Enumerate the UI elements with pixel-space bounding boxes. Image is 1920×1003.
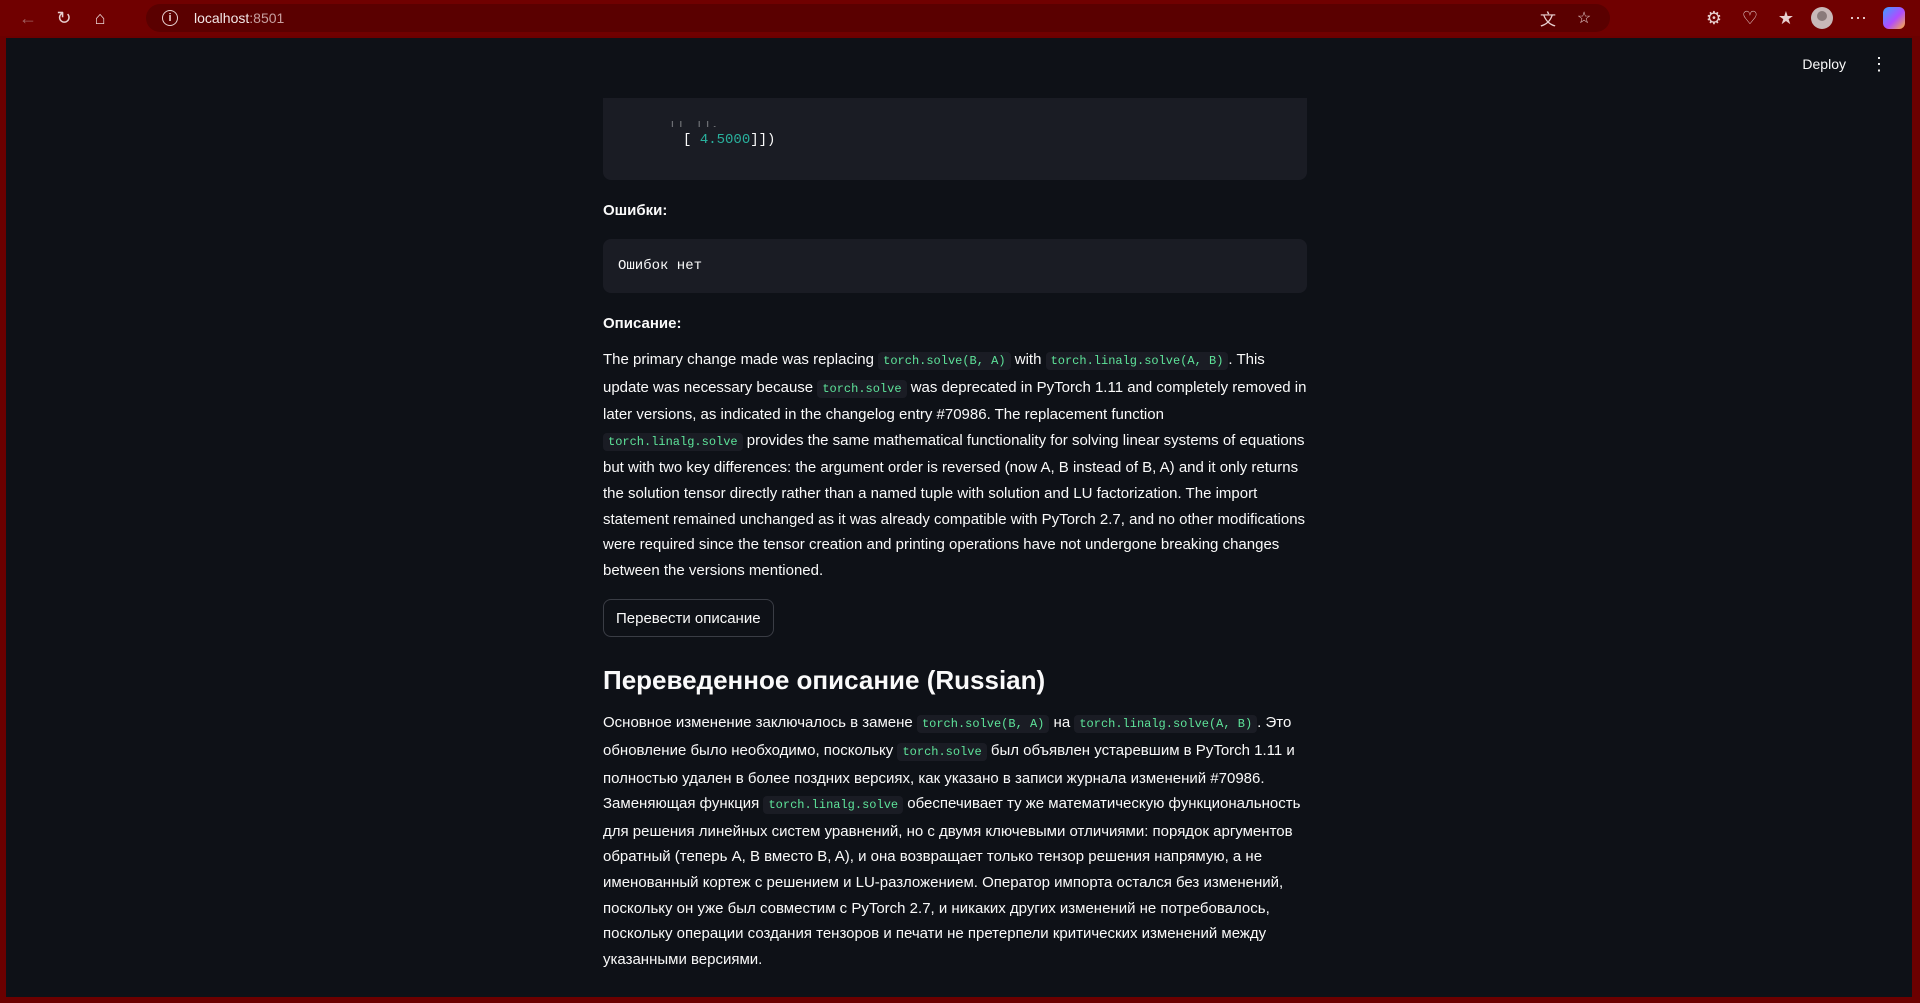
browser-toolbar: ← ↻ ⌂ i localhost:8501 ⽂ ☆ ⚙ ♡ ★ ⋯	[0, 0, 1920, 36]
translate-description-button[interactable]: Перевести описание	[603, 599, 774, 638]
code-partial-line: [[ ]],	[669, 121, 719, 127]
home-icon[interactable]: ⌂	[82, 0, 118, 36]
description-paragraph: The primary change made was replacing to…	[603, 351, 1307, 579]
url-text[interactable]: localhost:8501	[194, 10, 284, 26]
inline-code: torch.linalg.solve	[603, 432, 743, 451]
read-aloud-icon[interactable]: ⽂	[1530, 6, 1566, 30]
avatar	[1811, 7, 1833, 29]
errors-heading: Ошибки:	[603, 202, 668, 219]
app-header: Deploy ⋮	[6, 38, 1912, 98]
errors-code-block: Ошибок нет	[603, 239, 1307, 293]
code-number: 4.5000	[699, 132, 751, 148]
code-output-block: [[ ]], [ 4.5000]])	[603, 98, 1307, 180]
site-info-icon[interactable]: i	[162, 10, 178, 26]
favorites-icon[interactable]: ★	[1768, 0, 1804, 36]
inline-code: torch.solve	[897, 742, 987, 761]
errors-text: Ошибок нет	[618, 258, 703, 274]
favorite-star-icon[interactable]: ☆	[1566, 8, 1602, 28]
translated-heading: Переведенное описание (Russian)	[603, 665, 1046, 696]
copilot-icon[interactable]	[1876, 0, 1912, 36]
reload-icon[interactable]: ↻	[46, 0, 82, 36]
copilot-logo	[1883, 7, 1905, 29]
extensions-icon[interactable]: ⚙	[1696, 0, 1732, 36]
browser-window: ← ↻ ⌂ i localhost:8501 ⽂ ☆ ⚙ ♡ ★ ⋯ Deplo…	[0, 0, 1920, 1003]
translated-paragraph: Основное изменение заключалось в замене …	[603, 714, 1301, 968]
inline-code: torch.solve(B, A)	[878, 352, 1011, 370]
main-content: [[ ]], [ 4.5000]]) Ошибки: Ошибок нет Оп…	[603, 98, 1307, 972]
address-bar[interactable]: i localhost:8501 ⽂ ☆	[146, 4, 1610, 32]
inline-code: torch.linalg.solve(A, B)	[1045, 352, 1229, 370]
browser-essentials-icon[interactable]: ♡	[1732, 0, 1768, 36]
inline-code: torch.linalg.solve	[763, 796, 904, 815]
code-line-prefix: [	[683, 132, 700, 148]
profile-avatar[interactable]	[1804, 0, 1840, 36]
description-heading: Описание:	[603, 315, 682, 332]
more-options-icon[interactable]: ⋯	[1840, 0, 1876, 36]
code-line-suffix: ]])	[750, 132, 776, 148]
back-icon[interactable]: ←	[10, 0, 46, 36]
page-viewport[interactable]: Deploy ⋮ [[ ]], [ 4.5000]]) Ошибки: Ошиб…	[6, 38, 1912, 997]
deploy-button[interactable]: Deploy	[1802, 56, 1846, 72]
inline-code: torch.linalg.solve(A, B)	[1074, 715, 1258, 734]
inline-code: torch.solve	[817, 379, 907, 398]
main-menu-icon[interactable]: ⋮	[1870, 55, 1888, 73]
inline-code: torch.solve(B, A)	[916, 715, 1050, 734]
